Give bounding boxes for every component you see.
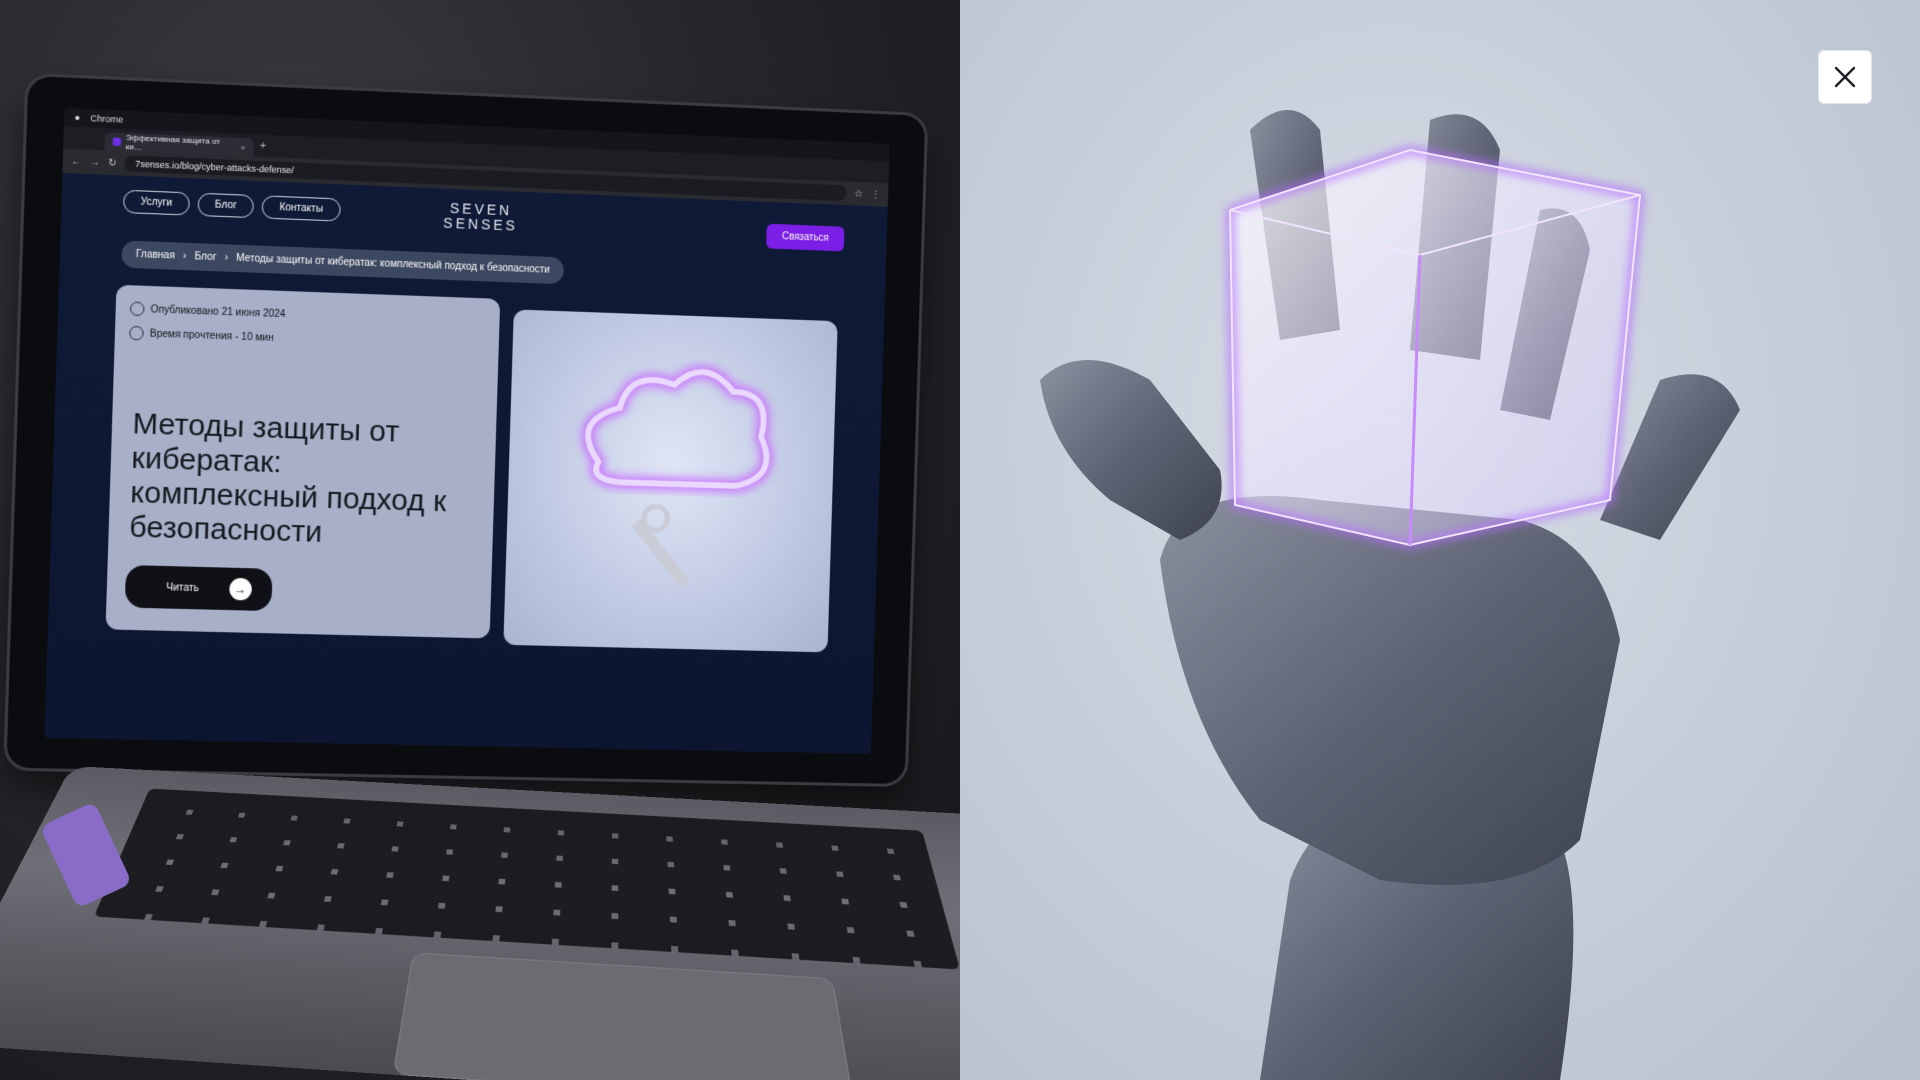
laptop: ● Chrome Эффективная защита от ки… × + ←…	[0, 0, 960, 1080]
back-icon: ←	[70, 155, 82, 168]
read-button: Читать →	[124, 564, 273, 612]
nav-blog: Блог	[197, 192, 255, 219]
read-button-label: Читать	[166, 581, 199, 594]
close-icon	[1834, 66, 1856, 88]
contact-button: Связаться	[766, 223, 845, 252]
robot-hand-illustration	[1040, 110, 1740, 1080]
website: Услуги Блог Контакты SEVEN SENSES Связат…	[44, 172, 888, 754]
article-title: Методы защиты от кибератак: комплексный …	[128, 407, 447, 549]
breadcrumb: Главная › Блог › Методы защиты от кибера…	[121, 240, 565, 285]
reload-icon: ↻	[107, 157, 117, 169]
favicon-icon	[112, 137, 121, 146]
nav-contacts: Контакты	[261, 195, 341, 222]
breadcrumb-current: Методы защиты от кибератак: комплексный …	[235, 252, 550, 276]
read-time-meta: Время прочтения - 10 мин	[129, 325, 274, 345]
clock-icon	[129, 325, 144, 341]
chevron-right-icon: ›	[182, 250, 187, 263]
breadcrumb-home: Главная	[135, 248, 175, 262]
published-meta: Опубликовано 21 июня 2024	[129, 301, 286, 321]
keys	[93, 788, 960, 970]
apple-icon: ●	[74, 112, 81, 123]
breadcrumb-blog: Блог	[194, 251, 217, 264]
site-logo: SEVEN SENSES	[443, 200, 519, 234]
nav-services: Услуги	[122, 189, 190, 216]
trackpad	[392, 952, 855, 1080]
published-date: Опубликовано 21 июня 2024	[150, 303, 286, 320]
close-button[interactable]	[1818, 50, 1872, 104]
laptop-keyboard	[0, 765, 960, 1080]
robot-hand-photo	[960, 0, 1920, 1080]
laptop-photo: ● Chrome Эффективная защита от ки… × + ←…	[0, 0, 960, 1080]
tab-close-icon: ×	[240, 142, 246, 152]
chevron-right-icon: ›	[224, 252, 229, 264]
app-name: Chrome	[90, 113, 124, 125]
cloud-keychain-illustration	[503, 309, 837, 588]
read-time: Время прочтения - 10 мин	[149, 328, 274, 344]
menu-dots-icon: ⋮	[870, 188, 881, 201]
calendar-icon	[129, 301, 145, 317]
site-nav: Услуги Блог Контакты	[122, 189, 341, 222]
article-image	[503, 309, 838, 653]
laptop-screen-bezel: ● Chrome Эффективная защита от ки… × + ←…	[6, 75, 926, 785]
glass-cube	[1227, 146, 1644, 549]
arrow-right-icon: →	[228, 577, 252, 601]
logo-bottom: SENSES	[443, 214, 519, 234]
article-card: Опубликовано 21 июня 2024 Время прочтени…	[105, 284, 501, 639]
laptop-screen: ● Chrome Эффективная защита от ки… × + ←…	[44, 108, 890, 754]
new-tab-icon: +	[259, 139, 267, 153]
star-icon: ☆	[854, 188, 864, 200]
forward-icon: →	[89, 156, 101, 168]
